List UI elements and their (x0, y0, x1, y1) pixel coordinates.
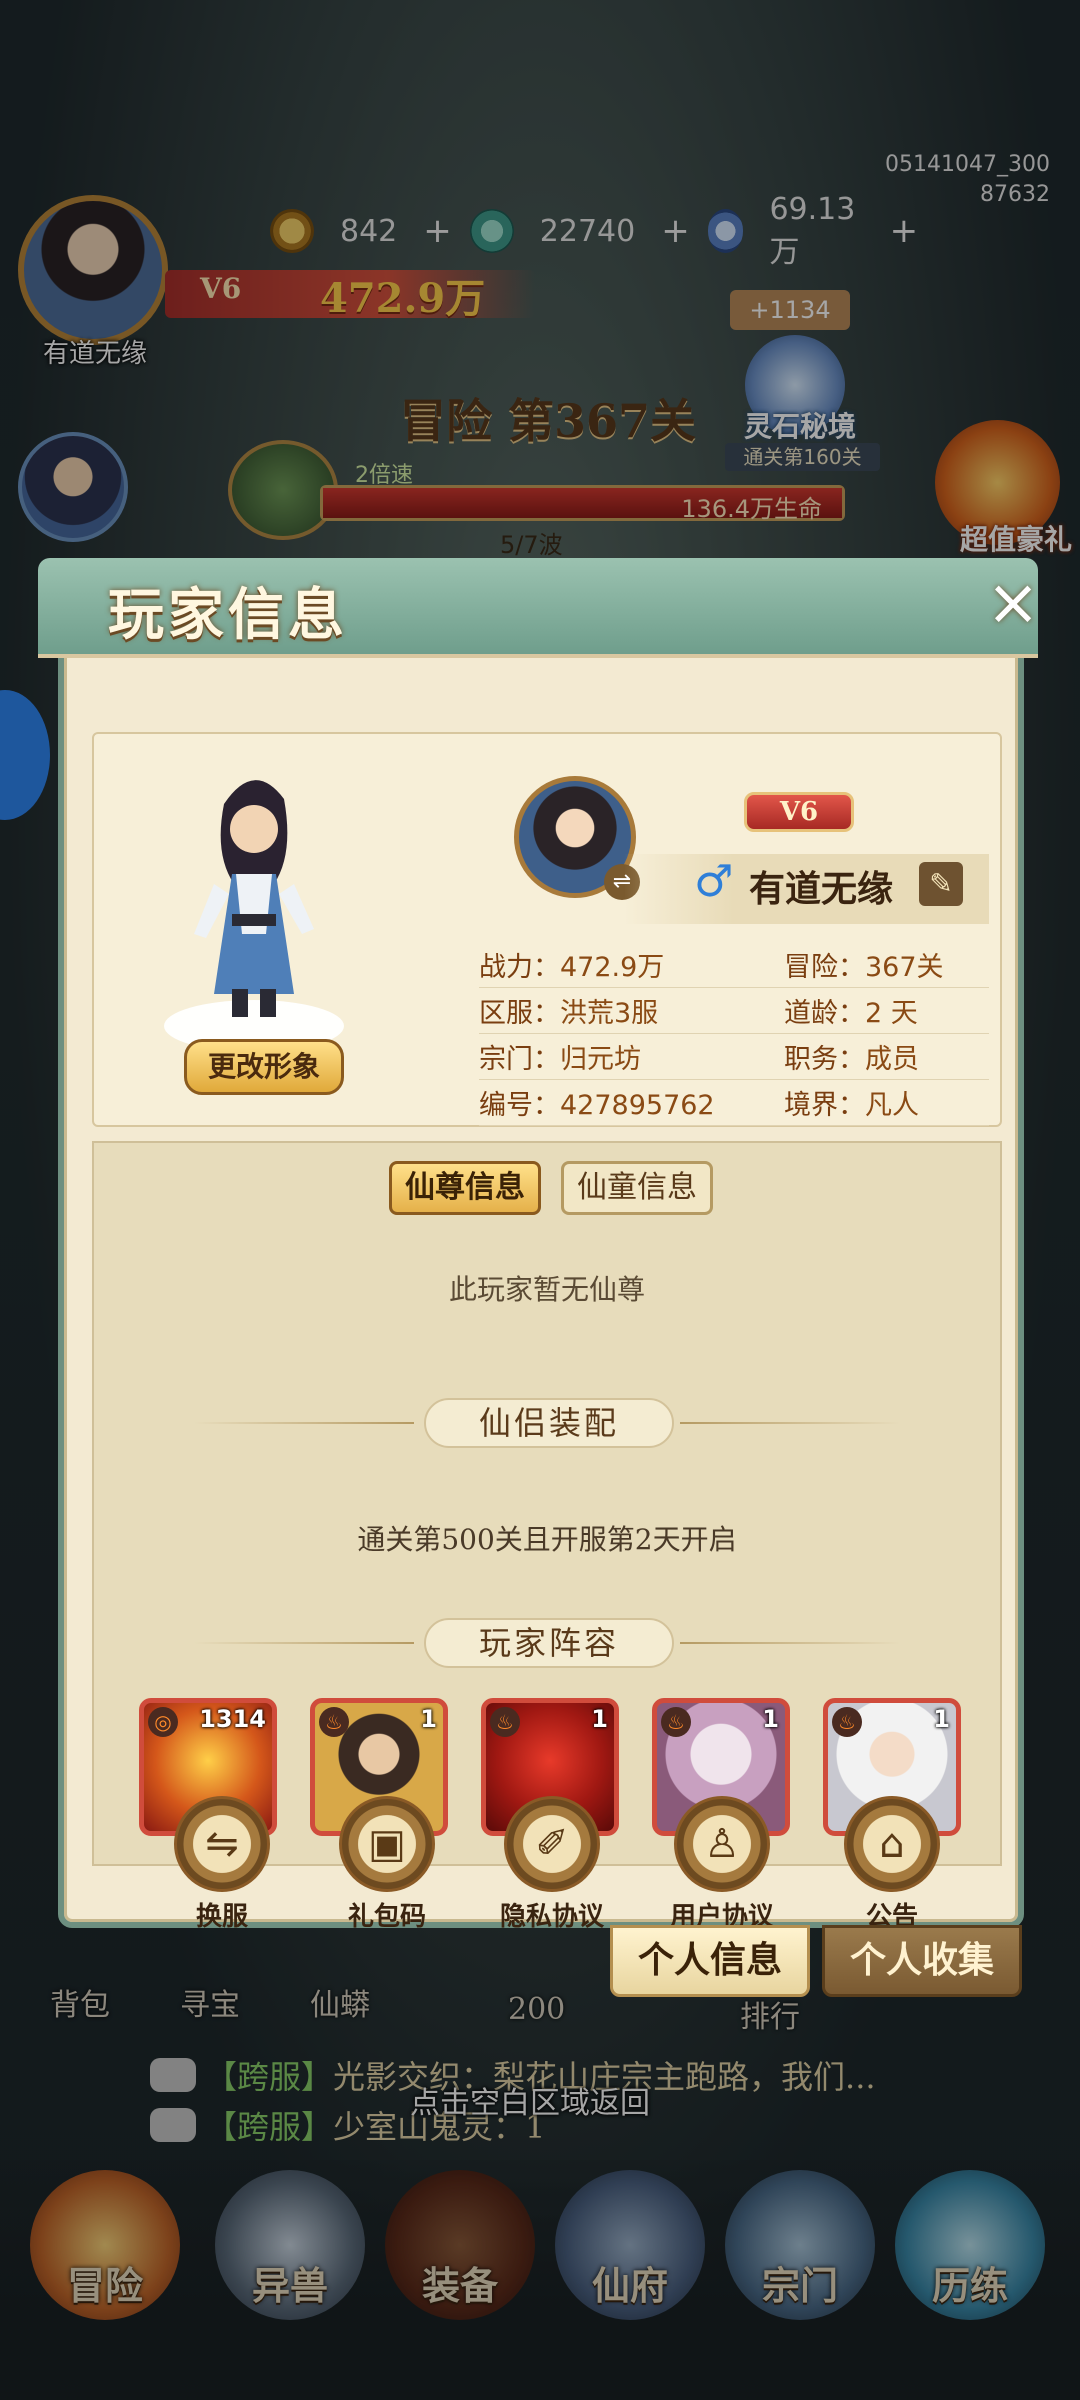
stat-row: 区服：洪荒3服 道龄：2 天 (479, 988, 989, 1034)
privacy-policy-button[interactable]: ✐ 隐私协议 (472, 1796, 632, 1933)
divider (680, 1642, 900, 1644)
stat-realm: 境界：凡人 (784, 1090, 919, 1121)
change-appearance-button[interactable]: 更改形象 (184, 1039, 344, 1095)
switch-server-label: 换服 (195, 1902, 248, 1932)
dialog-title: 玩家信息 (108, 582, 348, 648)
section-lineup: 玩家阵容 (94, 1618, 1000, 1668)
element-icon: ♨ (319, 1707, 349, 1737)
stat-days: 道龄：2 天 (784, 998, 918, 1029)
privacy-policy-label: 隐私协议 (499, 1902, 604, 1932)
stat-role: 职务：成员 (784, 1044, 919, 1075)
section-lineup-label: 玩家阵容 (424, 1618, 674, 1668)
divider (194, 1642, 414, 1644)
hero-level: 1314 (199, 1705, 266, 1733)
player-info-card: 更改形象 ⇌ V6 ♂ 有道无缘 ✎ 战力：472.9万 冒险：367关 区服：… (92, 732, 1002, 1127)
gift-code-button[interactable]: ▣ 礼包码 (312, 1796, 462, 1933)
tab-personal-info[interactable]: 个人信息 (610, 1925, 810, 1997)
stat-server: 区服：洪荒3服 (479, 998, 659, 1029)
stat-power: 战力：472.9万 (479, 952, 665, 983)
announcement-button[interactable]: ⌂ 公告 (812, 1796, 972, 1933)
gift-code-label: 礼包码 (347, 1902, 426, 1932)
player-stats: 战力：472.9万 冒险：367关 区服：洪荒3服 道龄：2 天 宗门：归元坊 … (479, 942, 989, 1126)
partner-unlock-message: 通关第500关且开服第2天开启 (357, 1523, 737, 1556)
gift-box-icon: ▣ (339, 1796, 435, 1892)
switch-server-icon: ⇋ (174, 1796, 270, 1892)
hero-level: 1 (591, 1705, 608, 1733)
action-row: ⇋ 换服 ▣ 礼包码 ✐ 隐私协议 ♙ 用户协议 ⌂ 公告 (142, 1796, 982, 1933)
hero-level: 1 (933, 1705, 950, 1733)
element-icon: ♨ (661, 1707, 691, 1737)
dialog-title-banner: 玩家信息 × (38, 558, 1040, 658)
player-info-dialog: 更改形象 ⇌ V6 ♂ 有道无缘 ✎ 战力：472.9万 冒险：367关 区服：… (38, 558, 1040, 1932)
empty-immortal-message: 此玩家暂无仙尊 (448, 1273, 645, 1306)
element-icon: ♨ (490, 1707, 520, 1737)
detail-panel: 仙尊信息 仙童信息 此玩家暂无仙尊 仙侣装配 通关第500关且开服第2天开启 玩… (92, 1141, 1002, 1866)
dialog-frame: 更改形象 ⇌ V6 ♂ 有道无缘 ✎ 战力：472.9万 冒险：367关 区服：… (58, 630, 1024, 1932)
divider (194, 1422, 414, 1424)
player-name: 有道无缘 (749, 868, 894, 910)
stat-row: 编号：427895762 境界：凡人 (479, 1080, 989, 1126)
hero-level: 1 (762, 1705, 779, 1733)
quill-icon: ✐ (504, 1796, 600, 1892)
vip-badge: V6 (744, 792, 854, 832)
divider (680, 1422, 900, 1424)
element-icon: ◎ (148, 1707, 178, 1737)
character-figure (164, 780, 344, 1052)
section-partner-label: 仙侣装配 (424, 1398, 674, 1448)
user-icon: ♙ (674, 1796, 770, 1892)
pavilion-icon: ⌂ (844, 1796, 940, 1892)
stat-row: 战力：472.9万 冒险：367关 (479, 942, 989, 988)
male-icon: ♂ (694, 856, 734, 907)
tab-personal-collection[interactable]: 个人收集 (822, 1925, 1022, 1997)
stat-id: 编号：427895762 (479, 1090, 715, 1121)
tab-immortal-info[interactable]: 仙尊信息 (389, 1161, 541, 1215)
hero-level: 1 (420, 1705, 437, 1733)
edit-name-icon[interactable]: ✎ (919, 862, 963, 906)
close-icon[interactable]: × (978, 570, 1048, 640)
stat-adventure: 冒险：367关 (784, 952, 944, 983)
element-icon: ♨ (832, 1707, 862, 1737)
section-partner: 仙侣装配 (94, 1398, 1000, 1448)
detail-tabs: 仙尊信息 仙童信息 (389, 1161, 733, 1215)
stat-sect: 宗门：归元坊 (479, 1044, 641, 1075)
stat-row: 宗门：归元坊 职务：成员 (479, 1034, 989, 1080)
tab-child-info[interactable]: 仙童信息 (561, 1161, 713, 1215)
user-agreement-button[interactable]: ♙ 用户协议 (642, 1796, 802, 1933)
switch-server-button[interactable]: ⇋ 换服 (142, 1796, 302, 1933)
